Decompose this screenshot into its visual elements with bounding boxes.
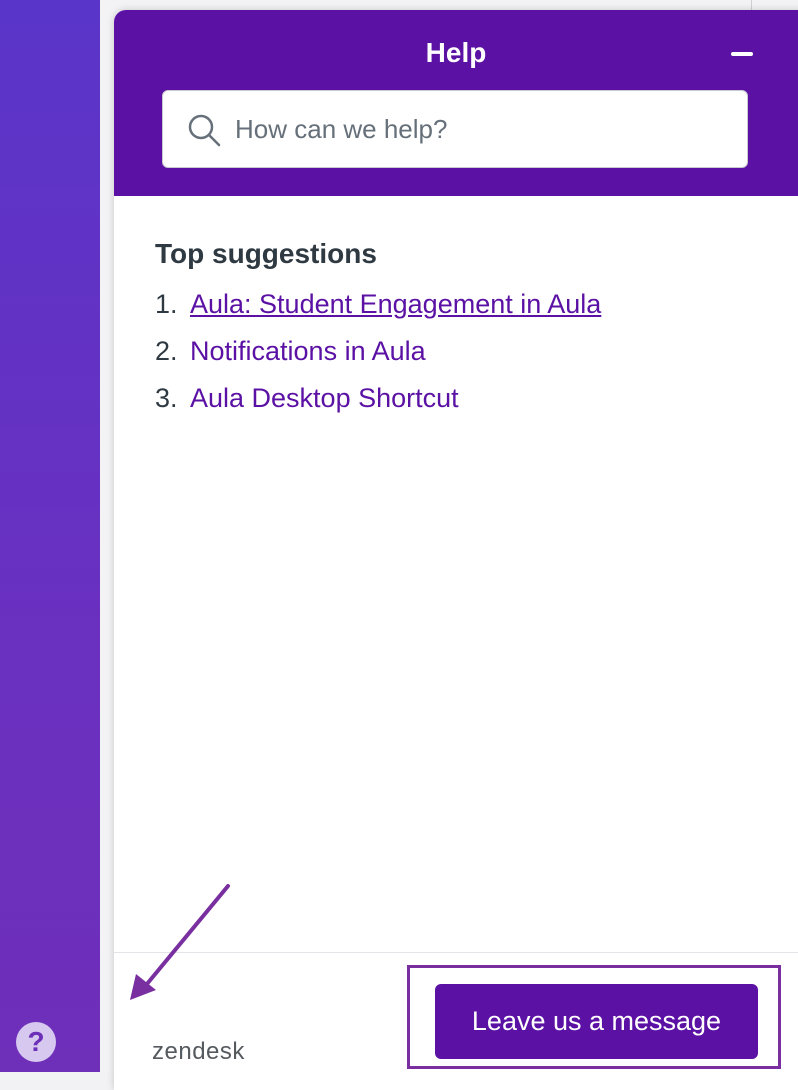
suggestion-number: 2.: [155, 336, 178, 366]
app-sidebar: [0, 0, 100, 1072]
minimize-button[interactable]: [728, 40, 756, 68]
suggestion-link-student-engagement[interactable]: Aula: Student Engagement in Aula: [190, 289, 601, 319]
arrow-annotation: [130, 884, 230, 1000]
suggestions-heading: Top suggestions: [155, 238, 377, 269]
suggestion-number: 1.: [155, 289, 178, 319]
leave-message-button[interactable]: Leave us a message: [435, 984, 758, 1059]
minimize-icon: [731, 52, 753, 56]
zendesk-logo: zendesk: [152, 1038, 245, 1065]
suggestion-item: 3. Aula Desktop Shortcut: [155, 378, 601, 425]
suggestion-item: 1. Aula: Student Engagement in Aula: [155, 284, 601, 331]
search-input[interactable]: [235, 109, 715, 149]
suggestion-link-notifications[interactable]: Notifications in Aula: [190, 336, 426, 366]
suggestion-item: 2. Notifications in Aula: [155, 331, 601, 378]
search-icon: [188, 114, 221, 147]
widget-header: Help: [114, 10, 798, 196]
search-box[interactable]: [162, 90, 748, 168]
suggestion-link-desktop-shortcut[interactable]: Aula Desktop Shortcut: [190, 383, 459, 413]
widget-title: Help: [425, 37, 487, 68]
suggestion-number: 3.: [155, 383, 178, 413]
suggestion-list: 1. Aula: Student Engagement in Aula 2. Not…: [155, 284, 601, 425]
help-launcher-icon[interactable]: ?: [16, 1022, 56, 1062]
